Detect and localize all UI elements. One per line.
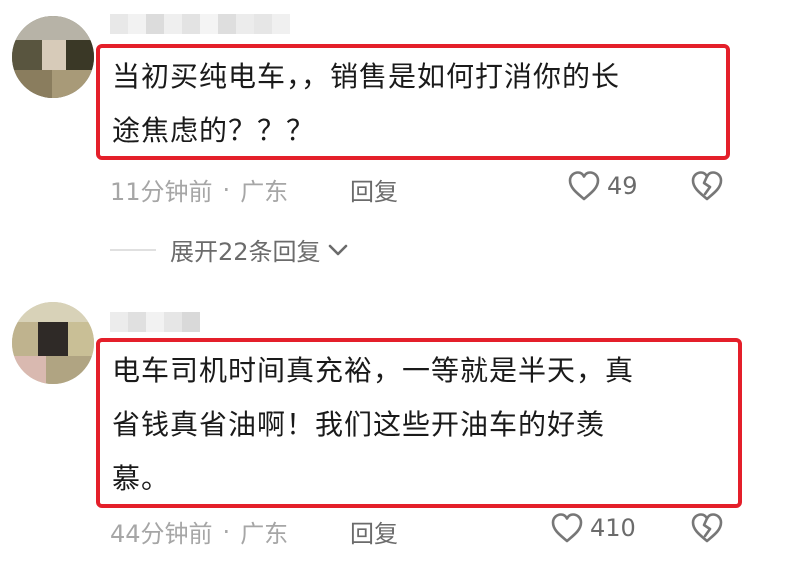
avatar-pixel bbox=[66, 40, 94, 70]
like-button[interactable]: 410 bbox=[550, 512, 636, 544]
avatar[interactable] bbox=[12, 16, 94, 98]
avatar-pixel bbox=[12, 356, 46, 384]
like-button[interactable]: 49 bbox=[567, 170, 638, 202]
avatar-pixel bbox=[68, 322, 94, 356]
reply-button[interactable]: 回复 bbox=[350, 172, 398, 207]
expand-replies-label: 展开22条回复 bbox=[170, 238, 321, 266]
heart-outline-icon bbox=[551, 513, 583, 543]
avatar-pixel bbox=[46, 356, 94, 384]
comment-location: 广东 bbox=[240, 178, 289, 206]
username-blurred[interactable] bbox=[110, 312, 200, 332]
like-count: 410 bbox=[590, 514, 636, 542]
comment-location: 广东 bbox=[240, 520, 289, 548]
divider-line bbox=[110, 248, 156, 251]
comment-time: 11分钟前 bbox=[110, 178, 213, 206]
comment-text: 当初买纯电车，，销售是如何打消你的长 途焦虑的？？？ bbox=[112, 60, 621, 147]
broken-heart-icon bbox=[691, 171, 723, 201]
comment-text: 电车司机时间真充裕，一等就是半天，真 省钱真省油啊！我们这些开油车的好羡 慕。 bbox=[112, 354, 635, 495]
comment-meta: 11分钟前 · 广东 bbox=[110, 172, 288, 207]
broken-heart-icon bbox=[691, 513, 723, 543]
avatar-pixel bbox=[38, 322, 68, 356]
avatar-pixel bbox=[52, 70, 94, 98]
meta-separator: · bbox=[222, 517, 231, 546]
reply-button[interactable]: 回复 bbox=[350, 514, 398, 549]
chevron-down-icon bbox=[328, 244, 347, 255]
username-blurred[interactable] bbox=[110, 14, 290, 34]
avatar-pixel bbox=[42, 40, 66, 70]
avatar-pixel bbox=[12, 302, 94, 322]
comment-time: 44分钟前 bbox=[110, 520, 213, 548]
avatar-pixel bbox=[12, 322, 38, 356]
comment-highlight-box: 电车司机时间真充裕，一等就是半天，真 省钱真省油啊！我们这些开油车的好羡 慕。 bbox=[96, 338, 742, 508]
avatar-pixel bbox=[12, 16, 94, 40]
like-count: 49 bbox=[607, 172, 638, 200]
avatar[interactable] bbox=[12, 302, 94, 384]
comment-meta: 44分钟前 · 广东 bbox=[110, 514, 288, 549]
avatar-pixel bbox=[12, 70, 52, 98]
comment-highlight-box: 当初买纯电车，，销售是如何打消你的长 途焦虑的？？？ bbox=[96, 44, 730, 160]
heart-outline-icon bbox=[568, 171, 600, 201]
dislike-button[interactable] bbox=[690, 512, 724, 548]
expand-replies-button[interactable]: 展开22条回复 bbox=[110, 232, 349, 267]
meta-separator: · bbox=[222, 175, 231, 204]
dislike-button[interactable] bbox=[690, 170, 724, 206]
avatar-pixel bbox=[12, 40, 42, 70]
